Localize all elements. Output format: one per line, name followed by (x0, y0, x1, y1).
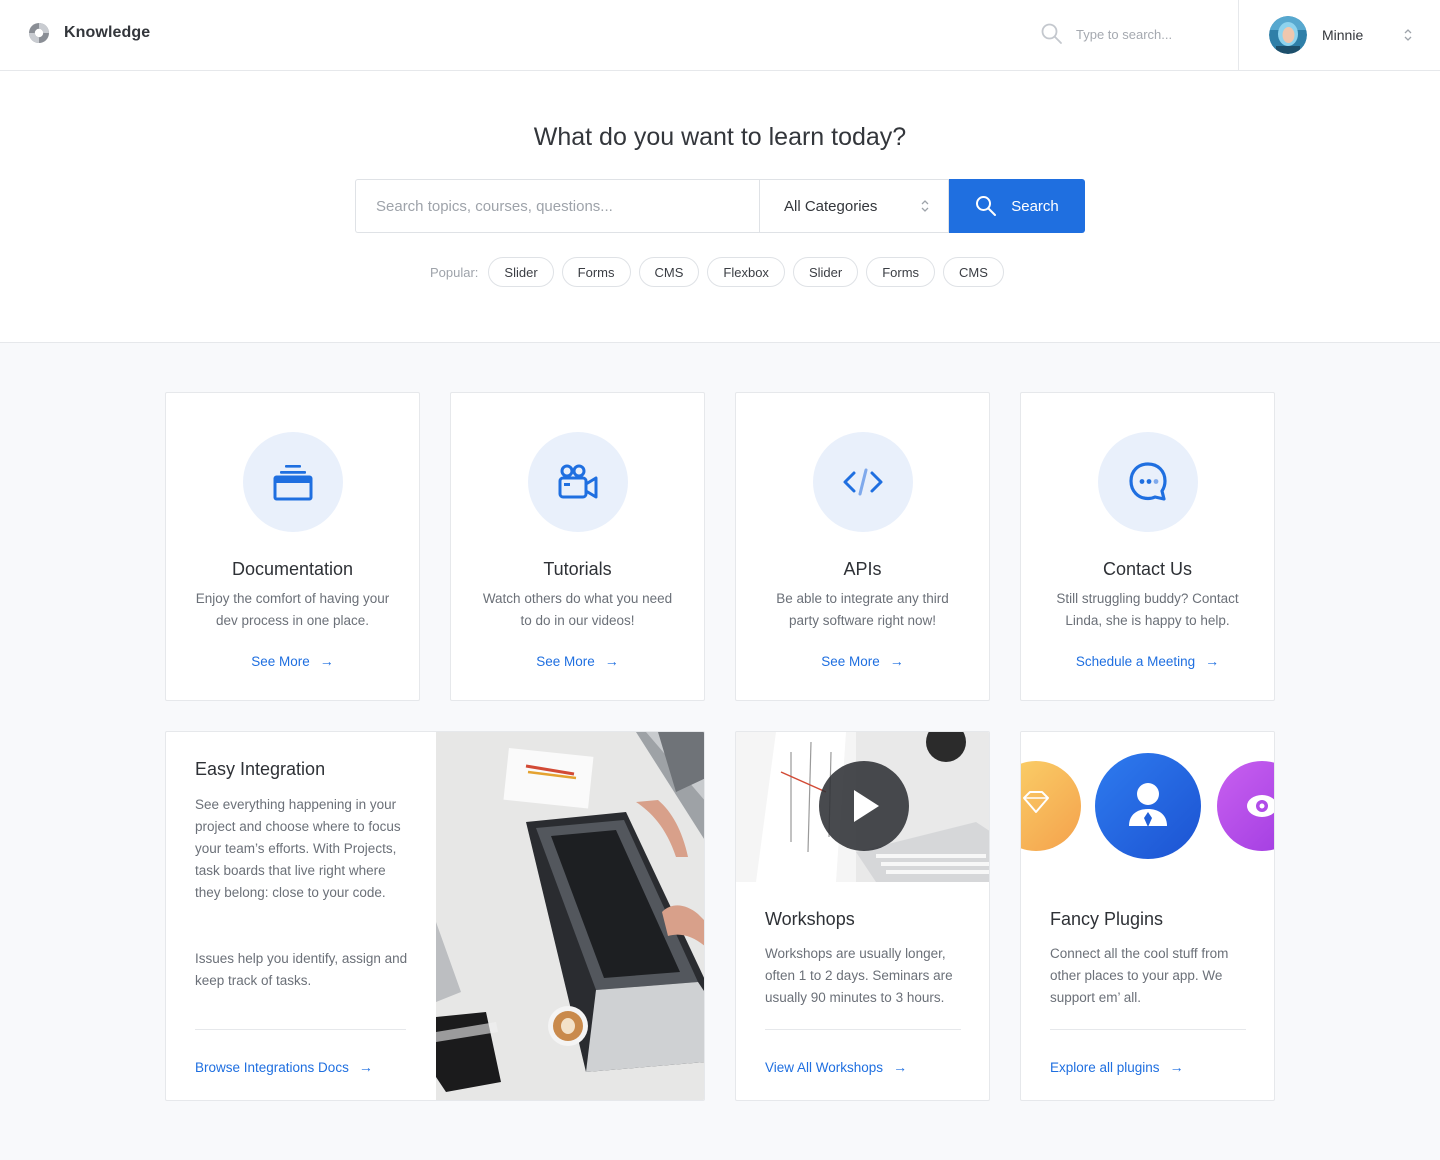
divider (765, 1029, 961, 1030)
popular-tag[interactable]: Forms (866, 257, 936, 287)
integration-paragraph: See everything happening in your project… (195, 797, 401, 900)
lifebuoy-logo-icon (29, 23, 49, 43)
feature-card-apis: APIs Be able to integrate any third part… (735, 392, 990, 701)
arrow-right-icon: → (893, 1059, 908, 1075)
workshop-video-thumbnail[interactable] (736, 732, 990, 882)
search-icon (976, 196, 997, 216)
link-label: View All Workshops (765, 1059, 884, 1075)
browse-integrations-link[interactable]: Browse Integrations Docs → (195, 1059, 373, 1075)
link-label: See More (536, 653, 595, 669)
code-icon (843, 468, 883, 496)
avatar (1269, 16, 1307, 54)
popular-tag[interactable]: Flexbox (707, 257, 785, 287)
arrow-right-icon: → (319, 653, 334, 669)
popular-tag[interactable]: CMS (943, 257, 1004, 287)
feature-description: Enjoy the comfort of having your dev pro… (195, 591, 390, 628)
header-search-input[interactable] (1076, 26, 1226, 42)
arrow-right-icon: → (1169, 1059, 1184, 1075)
popular-tag[interactable]: Slider (792, 257, 859, 287)
category-select[interactable]: All Categories (759, 179, 949, 233)
feature-description: Watch others do what you need to do in o… (482, 591, 673, 628)
arrow-right-icon: → (604, 653, 619, 669)
divider (195, 1029, 406, 1030)
plugins-card: Fancy Plugins Connect all the cool stuff… (1020, 731, 1275, 1101)
search-icon (1041, 23, 1062, 44)
popular-label: Popular: (430, 264, 479, 280)
feature-description: Be able to integrate any third party sof… (776, 591, 949, 628)
plugins-description: Connect all the cool stuff from other pl… (1050, 946, 1229, 1005)
plugin-blue-circle (1095, 753, 1201, 859)
feature-card-tutorials: Tutorials Watch others do what you need … (450, 392, 705, 701)
feature-title: Documentation (231, 559, 354, 579)
hero-search-bar: All Categories Search (355, 179, 1085, 233)
feature-title: Tutorials (543, 559, 612, 579)
integration-text: Easy Integration See everything happenin… (166, 732, 436, 1100)
laptop-workspace-photo (436, 732, 704, 1100)
hero-search-input[interactable] (376, 197, 739, 215)
hero-section: What do you want to learn today? All Cat… (0, 71, 1440, 343)
workshops-description: Workshops are usually longer, often 1 to… (765, 946, 953, 1005)
popular-tag[interactable]: CMS (638, 257, 700, 287)
user-name: Minnie (1322, 27, 1364, 43)
feature-icon-circle (1098, 432, 1198, 532)
view-all-workshops-link[interactable]: View All Workshops → (765, 1059, 907, 1075)
archive-icon (273, 465, 313, 501)
integration-title: Easy Integration (195, 759, 326, 779)
brand-name: Knowledge (64, 24, 151, 41)
user-icon (1137, 783, 1159, 805)
search-button[interactable]: Search (949, 179, 1085, 233)
popular-tag[interactable]: Slider (488, 257, 554, 287)
top-navigation-bar: Knowledge Minnie (0, 0, 1440, 71)
link-label: Explore all plugins (1050, 1059, 1160, 1075)
integration-card: Easy Integration See everything happenin… (165, 731, 705, 1101)
see-more-link[interactable]: See More → (166, 653, 419, 669)
sort-caret-icon (1404, 29, 1412, 41)
plugins-title: Fancy Plugins (1050, 909, 1164, 929)
hero-search-field (355, 179, 759, 233)
chat-bubble-icon (1129, 462, 1167, 501)
video-camera-icon (558, 464, 598, 499)
see-more-link[interactable]: See More → (451, 653, 704, 669)
popular-tags: Popular: Slider Forms CMS Flexbox Slider… (430, 257, 1004, 287)
link-label: Schedule a Meeting (1075, 653, 1196, 669)
see-more-link[interactable]: See More → (736, 653, 989, 669)
category-select-value: All Categories (784, 197, 878, 215)
integration-paragraph: Issues help you identify, assign and kee… (195, 951, 408, 988)
user-menu[interactable]: Minnie (1238, 0, 1440, 70)
link-label: See More (821, 653, 880, 669)
feature-card-contact-us: Contact Us Still struggling buddy? Conta… (1020, 392, 1275, 701)
feature-icon-circle (528, 432, 628, 532)
link-label: Browse Integrations Docs (195, 1059, 349, 1075)
arrow-right-icon: → (889, 653, 904, 669)
link-label: See More (251, 653, 310, 669)
hero-title: What do you want to learn today? (533, 123, 907, 151)
feature-icon-circle (813, 432, 913, 532)
plugins-illustration (1021, 732, 1274, 882)
feature-icon-circle (243, 432, 343, 532)
explore-plugins-link[interactable]: Explore all plugins → (1050, 1059, 1184, 1075)
workshops-title: Workshops (765, 909, 855, 929)
divider (1050, 1029, 1246, 1030)
sort-caret-icon (921, 200, 929, 212)
arrow-right-icon: → (1205, 653, 1220, 669)
schedule-meeting-link[interactable]: Schedule a Meeting → (1021, 653, 1274, 669)
feature-card-documentation: Documentation Enjoy the comfort of havin… (165, 392, 420, 701)
header-search (1040, 22, 1226, 46)
arrow-right-icon: → (358, 1059, 373, 1075)
brand[interactable]: Knowledge (28, 22, 150, 44)
feature-title: APIs (843, 559, 882, 579)
feature-title: Contact Us (1102, 559, 1193, 579)
workshops-card: Workshops Workshops are usually longer, … (735, 731, 990, 1101)
popular-tag[interactable]: Forms (561, 257, 631, 287)
feature-description: Still struggling buddy? Contact Linda, s… (1056, 591, 1239, 628)
search-button-label: Search (1011, 197, 1059, 215)
